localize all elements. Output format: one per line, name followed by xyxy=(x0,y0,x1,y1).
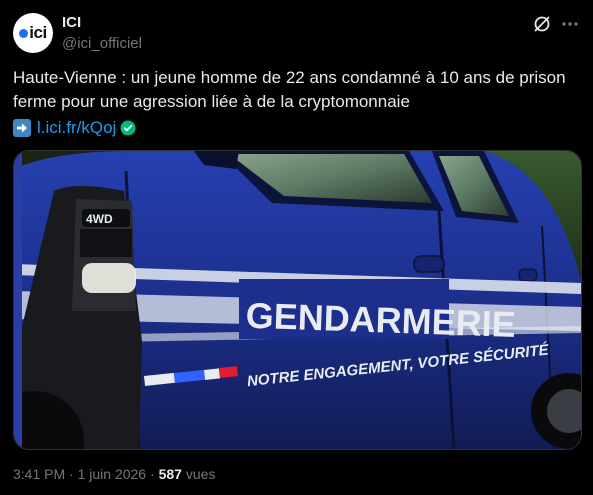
tweet-date[interactable]: 1 juin 2026 xyxy=(78,466,147,482)
tweet-time[interactable]: 3:41 PM xyxy=(13,466,65,482)
tweet-text: Haute-Vienne : un jeune homme de 22 ans … xyxy=(13,68,566,111)
tweet-media-image[interactable]: GENDARMERIE NOTRE ENGAGEMENT, VOTRE SÉCU… xyxy=(13,150,582,450)
avatar[interactable]: ici xyxy=(13,13,53,53)
display-name[interactable]: ICI xyxy=(62,14,81,31)
gendarmerie-van-photo: GENDARMERIE NOTRE ENGAGEMENT, VOTRE SÉCU… xyxy=(14,151,581,449)
tweet-link[interactable]: l.ici.fr/kQoj xyxy=(37,118,116,138)
avatar-logo-text: ici xyxy=(29,23,47,42)
views-count: 587 xyxy=(158,466,182,482)
views-label: vues xyxy=(185,466,216,482)
arrow-right-emoji-icon xyxy=(13,119,31,137)
more-icon[interactable] xyxy=(559,13,581,35)
user-handle[interactable]: @ici_officiel xyxy=(62,35,142,52)
avatar-dot xyxy=(19,28,29,38)
vehicle-badge: 4WD xyxy=(86,212,113,226)
grok-icon[interactable] xyxy=(532,14,552,34)
link-line: l.ici.fr/kQoj xyxy=(13,117,136,139)
tweet-meta: 3:41 PM · 1 juin 2026 · 587 vues xyxy=(13,466,216,482)
verified-icon xyxy=(120,120,136,136)
